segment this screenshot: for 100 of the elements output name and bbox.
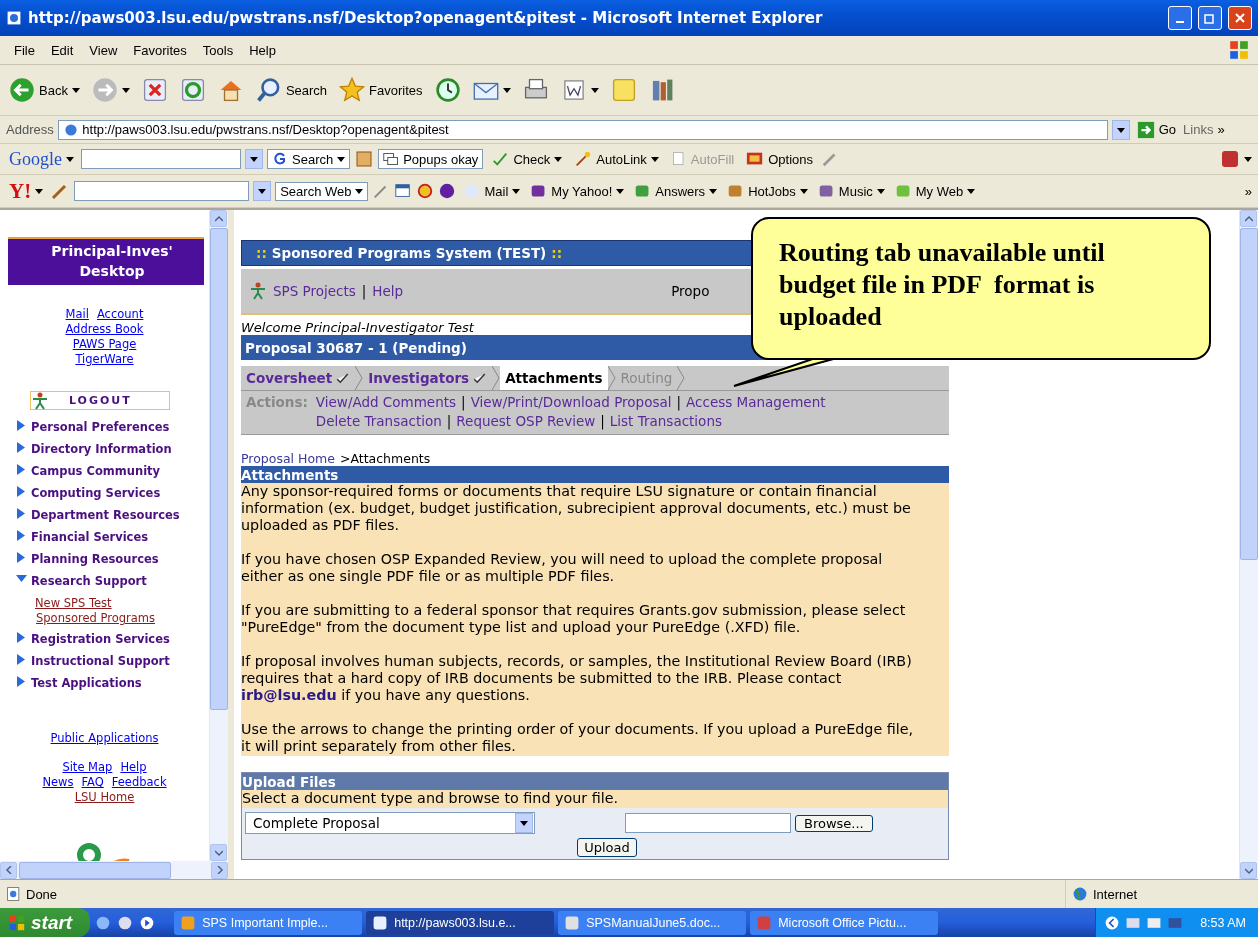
sidebar-nav-item[interactable]: Directory Information [16, 442, 180, 464]
go-button[interactable]: Go [1133, 118, 1180, 141]
sidebar-nav-item[interactable]: Instructional Support [16, 654, 180, 676]
start-button[interactable]: start [0, 908, 91, 937]
yahoo-toolbar-button[interactable]: My Yahoo! [527, 180, 628, 202]
toolbar-button[interactable]: Back [6, 75, 83, 105]
action-link[interactable]: View/Print/Download Proposal [470, 393, 672, 412]
maximize-button[interactable] [1198, 6, 1222, 30]
sidebar-subitem[interactable]: New SPS Test [35, 596, 180, 611]
address-dropdown[interactable] [1111, 119, 1130, 140]
taskbar-button[interactable]: Microsoft Office Pictu... [750, 910, 939, 935]
sidebar-nav-item[interactable]: Planning Resources [16, 552, 180, 574]
action-link[interactable]: View/Add Comments [315, 393, 457, 412]
search-dropdown[interactable] [253, 181, 272, 201]
sidebar-link[interactable]: LSU Home [74, 790, 135, 805]
taskbar-button[interactable]: http://paws003.lsu.e... [366, 910, 555, 935]
scroll-down-icon [1244, 866, 1253, 875]
step-tab[interactable]: Attachments [500, 366, 608, 390]
menu-item[interactable]: File [8, 40, 41, 60]
toolbar-button[interactable]: Search [252, 75, 331, 105]
arrow-left-icon [1104, 914, 1121, 931]
welcome-message: Welcome Principal-Investigator Test [241, 320, 475, 335]
file-path-field[interactable] [625, 813, 791, 833]
translate-icon [1220, 149, 1240, 169]
yahoo-toolbar-button[interactable]: Answers [631, 180, 721, 202]
vertical-scrollbar[interactable] [1239, 210, 1258, 879]
sidebar-link[interactable]: TigerWare [75, 352, 134, 367]
sidebar-nav-item[interactable]: Computing Services [16, 486, 180, 508]
chevron-divider [607, 366, 616, 390]
sidebar-link[interactable]: PAWS Page [72, 337, 137, 352]
yahoo-menu-button[interactable]: Y! [6, 176, 47, 206]
yahoo-toolbar-button[interactable]: Mail [460, 180, 524, 202]
menu-item[interactable]: Edit [44, 40, 80, 60]
search-web-button[interactable]: Search Web [275, 181, 369, 201]
taskbar-button[interactable]: SPS Important Imple... [174, 910, 363, 935]
clock-icon [434, 77, 461, 103]
sidebar-nav-item[interactable]: Department Resources [16, 508, 180, 530]
address-field[interactable]: http://paws003.lsu.edu/pwstrans.nsf/Desktop?openagent&pitest [57, 119, 1108, 140]
taskbar-button[interactable]: SPSManualJune5.doc... [558, 910, 747, 935]
windows-flag-icon [8, 913, 26, 932]
breadcrumb-link[interactable]: Proposal Home [241, 451, 335, 466]
window-title: http://paws003.lsu.edu/pwstrans.nsf/Desktop?openagent&pitest - Microsoft Internet Explorer [28, 9, 824, 27]
step-tab[interactable]: Investigators [363, 366, 493, 390]
sidebar-link[interactable]: Account [96, 307, 144, 322]
sidebar-link[interactable]: FAQ [81, 775, 104, 790]
scroll-down-icon [214, 848, 223, 857]
sidebar-link[interactable]: Mail [65, 307, 89, 322]
sidebar-link[interactable]: Site Map [62, 760, 113, 775]
vertical-scrollbar[interactable] [209, 210, 228, 861]
google-menu-button[interactable]: Google [6, 146, 77, 172]
action-link[interactable]: Delete Transaction [315, 412, 442, 431]
sidebar-nav-item[interactable]: Research Support [16, 574, 180, 596]
menu-item[interactable]: Favorites [127, 40, 193, 60]
menu-item[interactable]: Tools [196, 40, 240, 60]
options-button[interactable]: Options [742, 149, 817, 169]
app-icon [372, 914, 389, 931]
sidebar-nav-item[interactable]: Personal Preferences [16, 420, 180, 442]
more-chevron[interactable]: » [1244, 183, 1252, 199]
stop-icon [141, 77, 168, 103]
sidebar-nav-item[interactable]: Financial Services [16, 530, 180, 552]
sidebar-link[interactable]: Help [120, 760, 147, 775]
toolbar-button[interactable]: Favorites [336, 75, 426, 105]
google-search-button[interactable]: Search [267, 149, 351, 169]
step-tab[interactable]: Coversheet [241, 366, 356, 390]
sidebar-nav-item[interactable]: Test Applications [16, 676, 180, 698]
nav-link[interactable]: SPS Projects [273, 283, 356, 299]
sidebar-link[interactable]: Address Book [65, 322, 144, 337]
search-dropdown[interactable] [245, 149, 263, 169]
close-button[interactable] [1228, 6, 1252, 30]
email-link[interactable]: irb@lsu.edu [241, 687, 337, 703]
upload-button[interactable]: Upload [577, 838, 637, 857]
action-link[interactable]: Request OSP Review [456, 412, 596, 431]
caret-icon [258, 187, 267, 195]
nav-link[interactable]: Help [372, 283, 404, 299]
sidebar-nav-item[interactable]: Campus Community [16, 464, 180, 486]
links-label[interactable]: Links [1183, 122, 1214, 137]
sidebar-link[interactable]: News [42, 775, 74, 790]
sidebar-nav-item[interactable]: Registration Services [16, 632, 180, 654]
menu-item[interactable]: View [83, 40, 124, 60]
menu-item[interactable]: Help [243, 40, 282, 60]
sidebar-link[interactable]: Feedback [111, 775, 167, 790]
action-link[interactable]: Access Management [686, 393, 826, 412]
horizontal-scrollbar[interactable] [0, 861, 228, 879]
document-type-select[interactable]: Complete Proposal [245, 812, 535, 834]
action-link[interactable]: List Transactions [609, 412, 722, 431]
scroll-up-icon [214, 214, 223, 223]
more-chevron[interactable]: » [1217, 122, 1225, 137]
sidebar-link[interactable]: Public Applications [50, 731, 159, 745]
yahoo-search-field[interactable] [74, 181, 250, 201]
logout-button[interactable]: LOGOUT [30, 391, 170, 410]
sidebar-subitem[interactable]: Sponsored Programs [36, 611, 180, 626]
autolink-button[interactable]: AutoLink [570, 149, 663, 169]
spell-check-button[interactable]: Check [487, 149, 567, 169]
yahoo-toolbar-button[interactable]: My Web [891, 180, 979, 202]
minimize-button[interactable] [1168, 6, 1192, 30]
yahoo-toolbar-button[interactable]: Music [814, 180, 888, 202]
yahoo-toolbar-button[interactable]: HotJobs [724, 180, 811, 202]
popup-blocker-button[interactable]: Popups okay [378, 149, 484, 169]
google-search-field[interactable] [81, 149, 241, 169]
browse-button[interactable]: Browse... [795, 814, 873, 832]
